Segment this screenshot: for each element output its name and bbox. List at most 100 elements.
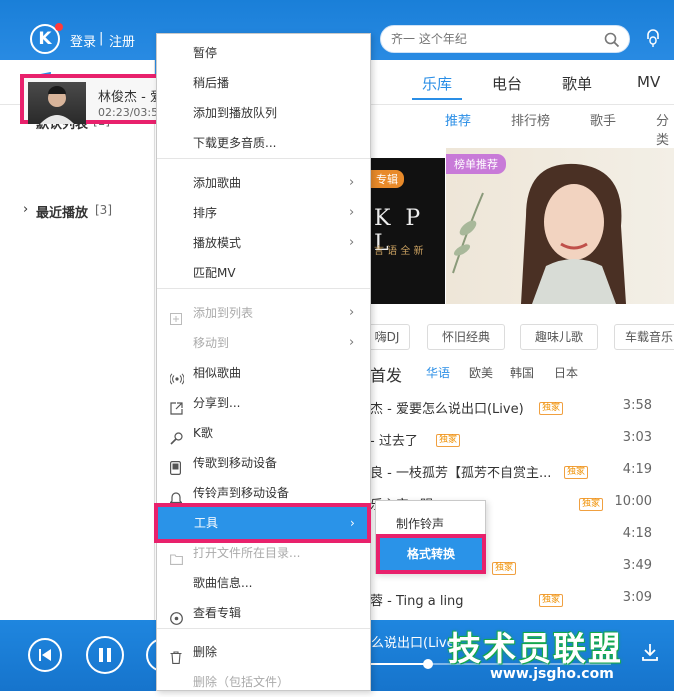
pause-icon bbox=[99, 648, 111, 662]
search-icon[interactable] bbox=[604, 32, 620, 48]
menu-item-share[interactable]: 分享到... bbox=[157, 388, 370, 418]
album-tag: 专辑 bbox=[370, 170, 404, 188]
banner-carousel[interactable]: 专辑 K P L 言 语 全 新 榜单推荐 bbox=[370, 148, 674, 308]
submenu-arrow-icon: › bbox=[349, 305, 355, 320]
menu-item-label: 添加到播放队列 bbox=[193, 106, 278, 120]
lang-korean[interactable]: 韩国 bbox=[510, 364, 534, 381]
lang-chinese[interactable]: 华语 bbox=[426, 364, 450, 381]
menu-item-tools[interactable]: 工具 › bbox=[154, 503, 371, 543]
menu-item-label: 传歌到移动设备 bbox=[193, 456, 278, 470]
watermark-text: 技术员联盟 bbox=[448, 629, 623, 668]
song-row-title: 蓉 - Ting a ling bbox=[370, 594, 464, 609]
menu-item-label: 打开文件所在目录... bbox=[193, 546, 301, 560]
submenu-arrow-icon: › bbox=[349, 335, 355, 350]
song-row-duration: 3:58 bbox=[622, 398, 652, 413]
menu-item-label: 工具 bbox=[194, 516, 219, 530]
register-link[interactable]: 注册 bbox=[109, 31, 135, 50]
chip-classics[interactable]: 怀旧经典 bbox=[427, 324, 505, 350]
menu-item-sort[interactable]: 排序 › bbox=[157, 198, 370, 228]
recent-list-count: [3] bbox=[95, 203, 112, 217]
pause-button[interactable] bbox=[86, 636, 124, 674]
menu-item-add-to-list[interactable]: 添加到列表 › bbox=[157, 298, 370, 328]
search-box bbox=[380, 25, 630, 53]
menu-item-play-mode[interactable]: 播放模式 › bbox=[157, 228, 370, 258]
subtab-singers[interactable]: 歌手 bbox=[590, 110, 616, 129]
menu-item-view-album[interactable]: 查看专辑 bbox=[157, 598, 370, 628]
exclusive-badge: 独家 bbox=[564, 466, 589, 479]
active-tab-underline bbox=[412, 98, 462, 100]
recent-list-label[interactable]: 最近播放 bbox=[36, 202, 88, 221]
menu-item-download-quality[interactable]: 下载更多音质... bbox=[157, 128, 370, 158]
song-row-duration: 3:49 bbox=[622, 558, 652, 573]
tab-mv[interactable]: MV bbox=[637, 73, 660, 91]
banner-right-image: 榜单推荐 bbox=[446, 148, 674, 304]
login-link[interactable]: 登录 bbox=[70, 31, 96, 50]
previous-button[interactable] bbox=[28, 638, 62, 672]
menu-item-karaoke[interactable]: K歌 bbox=[157, 418, 370, 448]
watermark: 技术员联盟 www.jsgho.com bbox=[448, 622, 674, 688]
menu-item-label: 分享到... bbox=[193, 396, 241, 410]
menu-item-delete[interactable]: 删除 bbox=[157, 637, 370, 667]
watermark-url: www.jsgho.com bbox=[490, 666, 614, 682]
song-time: 02:23/03:5 bbox=[98, 106, 159, 119]
menu-item-play-later[interactable]: 稍后播 bbox=[157, 68, 370, 98]
chip-kids[interactable]: 趣味儿歌 bbox=[520, 324, 598, 350]
chip-car-music[interactable]: 车载音乐 bbox=[614, 324, 674, 350]
tab-radio[interactable]: 电台 bbox=[492, 73, 522, 94]
subtab-recommend[interactable]: 推荐 bbox=[445, 110, 471, 129]
menu-item-move-to[interactable]: 移动到 › bbox=[157, 328, 370, 358]
menu-item-add-to-queue[interactable]: 添加到播放队列 bbox=[157, 98, 370, 128]
submenu-arrow-icon: › bbox=[349, 205, 355, 220]
headset-icon[interactable] bbox=[645, 28, 661, 48]
lang-japanese[interactable]: 日本 bbox=[554, 364, 578, 381]
make-ringtone-item[interactable]: 制作铃声 bbox=[396, 515, 444, 532]
menu-item-pause[interactable]: 暂停 bbox=[157, 38, 370, 68]
menu-item-label: 排序 bbox=[193, 206, 218, 220]
song-row[interactable]: 蓉 - Ting a ling 独家 3:09 bbox=[370, 582, 674, 614]
new-release-title: 首发 bbox=[370, 366, 403, 385]
song-row-duration: 4:18 bbox=[622, 526, 652, 541]
song-row-title: - 过去了 bbox=[370, 434, 418, 449]
exclusive-badge: 独家 bbox=[436, 434, 461, 447]
menu-item-add-songs[interactable]: 添加歌曲 › bbox=[157, 168, 370, 198]
menu-item-label: 移动到 bbox=[193, 336, 230, 350]
menu-item-label: 删除 bbox=[193, 645, 218, 659]
song-row[interactable]: 杰 - 爱要怎么说出口(Live) 独家 3:58 bbox=[370, 390, 674, 422]
song-row[interactable]: 良 - 一枝孤芳【孤芳不自赏主... 独家 4:19 bbox=[370, 454, 674, 486]
menu-item-label: 稍后播 bbox=[193, 76, 230, 90]
tab-playlists[interactable]: 歌单 bbox=[562, 73, 592, 94]
search-input[interactable] bbox=[381, 26, 591, 52]
menu-item-match-mv[interactable]: 匹配MV bbox=[157, 258, 370, 288]
subtab-categories[interactable]: 分类 bbox=[656, 110, 674, 148]
menu-item-label: 暂停 bbox=[193, 46, 218, 60]
collapse-chevron-icon[interactable]: › bbox=[23, 202, 28, 217]
menu-item-delete-with-file[interactable]: 删除（包括文件） bbox=[157, 667, 370, 697]
tools-submenu: 制作铃声 格式转换 bbox=[375, 500, 486, 574]
submenu-arrow-icon: › bbox=[349, 235, 355, 250]
menu-separator bbox=[157, 628, 370, 629]
song-cover-avatar bbox=[28, 82, 86, 124]
subtab-charts[interactable]: 排行榜 bbox=[511, 110, 550, 129]
now-playing-title: 么说出口(Live) bbox=[371, 636, 460, 651]
lang-western[interactable]: 欧美 bbox=[469, 364, 493, 381]
exclusive-badge: 独家 bbox=[539, 402, 564, 415]
format-convert-item[interactable]: 格式转换 bbox=[376, 534, 486, 574]
menu-item-label: 匹配MV bbox=[193, 266, 236, 280]
notification-dot bbox=[55, 23, 63, 31]
song-row-title: 杰 - 爱要怎么说出口(Live) bbox=[370, 402, 524, 417]
menu-item-similar-songs[interactable]: 相似歌曲 bbox=[157, 358, 370, 388]
menu-item-open-folder[interactable]: 打开文件所在目录... bbox=[157, 538, 370, 568]
song-row[interactable]: - 过去了 独家 3:03 bbox=[370, 422, 674, 454]
menu-item-transfer-song[interactable]: 传歌到移动设备 bbox=[157, 448, 370, 478]
playlist-song-item[interactable]: 林俊杰 - 爱 02:23/03:5 bbox=[20, 74, 165, 124]
exclusive-badge: 独家 bbox=[539, 594, 564, 607]
menu-item-label: 添加到列表 bbox=[193, 306, 254, 320]
song-row-duration: 4:19 bbox=[622, 462, 652, 477]
menu-item-label: K歌 bbox=[193, 426, 213, 440]
menu-separator bbox=[157, 158, 370, 159]
progress-handle[interactable] bbox=[423, 659, 433, 669]
album-icon bbox=[170, 606, 183, 636]
tab-library[interactable]: 乐库 bbox=[422, 73, 452, 94]
banner-left-image: 专辑 K P L 言 语 全 新 bbox=[370, 158, 445, 304]
menu-item-song-info[interactable]: 歌曲信息... bbox=[157, 568, 370, 598]
